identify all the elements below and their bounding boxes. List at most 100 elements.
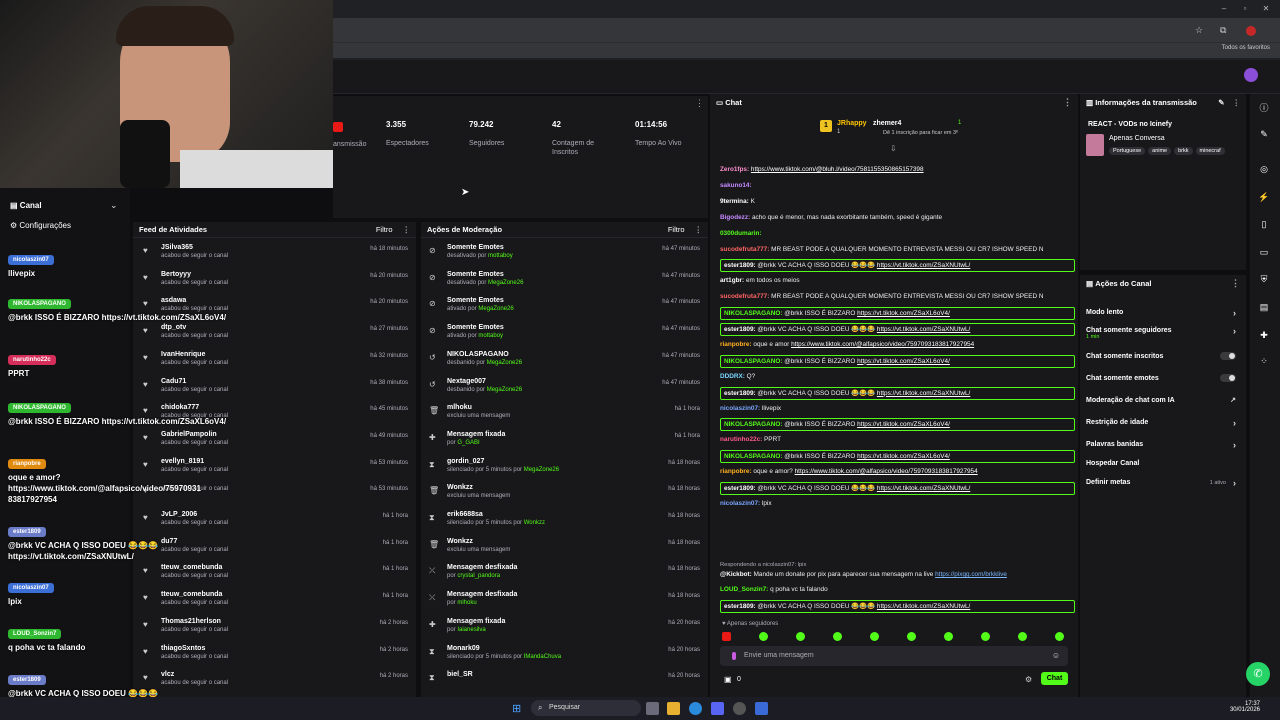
chat-message[interactable]: rianpobre: oque e amor https://www.tikto…: [720, 339, 1075, 351]
top-gifter-1[interactable]: JRhappy: [837, 120, 867, 127]
profile-avatar[interactable]: [1246, 26, 1256, 36]
chat-message[interactable]: DDDRX: Q?: [720, 371, 1075, 383]
chat-username[interactable]: 0300dumarin:: [720, 230, 762, 237]
chat-message[interactable]: 0300dumarin:: [720, 228, 1075, 240]
apps-icon[interactable]: ⁘: [1258, 356, 1270, 368]
chat-username[interactable]: sakuno14:: [720, 182, 752, 189]
pencil-icon[interactable]: ✎: [1258, 129, 1270, 141]
message-icon[interactable]: ▭: [1258, 247, 1270, 259]
chat-message[interactable]: NIKOLASPAGANO: @brkk ISSO É BIZZARO http…: [720, 450, 1075, 464]
chat-username[interactable]: ester1809:: [724, 326, 756, 333]
sidebar-item-channel[interactable]: ▤ Canal: [10, 201, 42, 210]
edit-icon[interactable]: ✎: [1218, 98, 1224, 107]
emote-icon[interactable]: [722, 632, 731, 641]
chat-username[interactable]: ester1809:: [724, 390, 756, 397]
moderator-name[interactable]: IMandaChuva: [524, 654, 561, 660]
emote-icon[interactable]: [796, 632, 805, 641]
moderation-item[interactable]: ⧗ Monark09 silenciado por 5 minutos por IM…: [421, 642, 708, 668]
moderation-item[interactable]: ✚ Mensagem fixada por Iaianesilva há 20 hor…: [421, 615, 708, 641]
minimize-icon[interactable]: –: [1217, 4, 1231, 14]
moderation-item[interactable]: 🗑 Wonkzz excluiu uma mensagem há 18 horas: [421, 535, 708, 561]
moderator-name[interactable]: Wonkzz: [524, 520, 545, 526]
taskbar-search[interactable]: ⌕ Pesquisar: [531, 700, 641, 716]
stats-menu-icon[interactable]: ⋮: [695, 98, 704, 109]
chat-message[interactable]: NIKOLASPAGANO: @brkk ISSO É BIZZARO http…: [720, 418, 1075, 432]
channel-action-item[interactable]: Chat somente emotes: [1086, 374, 1236, 382]
chat-username[interactable]: nicolaszin07:: [720, 500, 760, 507]
document-icon[interactable]: ▯: [1258, 219, 1270, 231]
address-bar[interactable]: [333, 18, 1280, 42]
emote-icon[interactable]: [981, 632, 990, 641]
chat-username[interactable]: ester1809:: [724, 603, 756, 610]
chat-link[interactable]: https://vt.tiktok.com/ZSaXNUtwL/: [877, 326, 970, 333]
chat-link[interactable]: https://vt.tiktok.com/ZSaXL6oV4/: [857, 421, 950, 428]
activity-filter-button[interactable]: Filtro: [376, 225, 393, 234]
moderation-item[interactable]: ↺ Nextage007 desbanido por MegaZone26 há 47…: [421, 375, 708, 401]
kickbot-username[interactable]: @Kickbot:: [720, 571, 752, 578]
points-icon[interactable]: ▣: [724, 675, 732, 684]
moderator-name[interactable]: Iaianesilva: [457, 627, 485, 633]
chat-link[interactable]: https://vt.tiktok.com/ZSaXNUtwL/: [877, 390, 970, 397]
emote-icon[interactable]: [907, 632, 916, 641]
chat-username[interactable]: Zero1fps:: [720, 166, 749, 173]
chat-username[interactable]: ester1809:: [724, 485, 756, 492]
moderator-name[interactable]: MegaZone26: [487, 387, 522, 393]
chat-username[interactable]: 9termina:: [720, 198, 749, 205]
emote-icon[interactable]: [1055, 632, 1064, 641]
chat-username[interactable]: DDDRX:: [720, 373, 745, 380]
chat-username[interactable]: Bigodezz:: [720, 214, 750, 221]
moderation-item[interactable]: ⤫ Mensagem desfixada por crystal_pandora há…: [421, 561, 708, 587]
chat-link[interactable]: https://vt.tiktok.com/ZSaXL6oV4/: [857, 310, 950, 317]
tag-chip[interactable]: minecraf: [1195, 147, 1225, 155]
chat-link[interactable]: https://www.tiktok.com/@bluh.l/video/758…: [751, 166, 924, 173]
channel-action-item[interactable]: Chat somente inscritos: [1086, 352, 1236, 360]
channel-actions-menu-icon[interactable]: ⋮: [1231, 278, 1240, 289]
chat-username[interactable]: ester1809:: [724, 262, 756, 269]
chat-input[interactable]: Envie uma mensagem ☺: [720, 646, 1068, 666]
chat-username[interactable]: sucodefruta777:: [720, 246, 769, 253]
chat-message[interactable]: sucodefruta777: MR BEAST PODE A QUALQUER…: [720, 291, 1075, 303]
windows-start-icon[interactable]: ⊞: [512, 702, 521, 715]
chat-message[interactable]: NIKOLASPAGANO: @brkk ISSO É BIZZARO http…: [720, 354, 1075, 368]
chat-message[interactable]: rianpobre: oque e amor? https://www.tikt…: [720, 466, 1075, 478]
category-name[interactable]: Apenas Conversa: [1109, 135, 1165, 142]
chat-username[interactable]: sucodefruta777:: [720, 293, 769, 300]
tag-chip[interactable]: brkk: [1174, 147, 1193, 155]
discord-icon[interactable]: [711, 702, 724, 715]
chat-link[interactable]: https://vt.tiktok.com/ZSaXNUtwL/: [877, 603, 970, 610]
channel-action-item[interactable]: Hospedar Canal: [1086, 460, 1236, 467]
chat-username[interactable]: nicolaszin07:: [720, 405, 760, 412]
chat-username[interactable]: narutinho22c:: [720, 436, 762, 443]
moderator-name[interactable]: MegaZone26: [524, 467, 559, 473]
wrench-icon[interactable]: ✚: [1258, 330, 1270, 342]
camera-icon[interactable]: ◎: [1258, 164, 1270, 176]
moderation-item[interactable]: ↺ NIKOLASPAGANO desbanido por MegaZone26 há…: [421, 348, 708, 374]
chat-message[interactable]: Zero1fps: https://www.tiktok.com/@bluh.l…: [720, 164, 1075, 176]
chat-username[interactable]: art1gbr:: [720, 277, 744, 284]
channel-action-item[interactable]: Modo lento ›: [1086, 308, 1236, 318]
chat-menu-icon[interactable]: ⋮: [1063, 97, 1072, 108]
toggle-switch[interactable]: [1220, 352, 1236, 360]
moderation-filter-button[interactable]: Filtro: [668, 225, 685, 234]
top-gifter-2[interactable]: zhemer4: [873, 120, 901, 127]
chat-username[interactable]: NIKOLASPAGANO:: [724, 421, 782, 428]
chat-username[interactable]: NIKOLASPAGANO:: [724, 358, 782, 365]
moderator-name[interactable]: crystal_pandora: [457, 573, 500, 579]
emote-icon[interactable]: [759, 632, 768, 641]
chat-username[interactable]: NIKOLASPAGANO:: [724, 310, 782, 317]
sidebar-item-settings[interactable]: ⚙ Configurações: [10, 221, 71, 230]
emote-icon[interactable]: [833, 632, 842, 641]
chat-message[interactable]: ester1809: @brkk VC ACHA Q ISSO DOEU 😂😂😂…: [720, 386, 1075, 400]
emote-icon[interactable]: [944, 632, 953, 641]
chat-message[interactable]: Bigodezz: acho que é menor, mas nada exo…: [720, 212, 1075, 224]
taskbar-clock[interactable]: 17:37 30/01/2026: [1216, 701, 1260, 713]
tag-chip[interactable]: anime: [1148, 147, 1172, 155]
channel-action-item[interactable]: Chat somente seguidores 1 min ›: [1086, 326, 1236, 340]
moderation-item[interactable]: 🗑 Wonkzz excluiu uma mensagem há 18 horas: [421, 481, 708, 507]
kickbot-link[interactable]: https://pixgg.com/brkklive: [935, 571, 1007, 578]
info-circle-icon[interactable]: ⓘ: [1258, 101, 1270, 113]
server-icon[interactable]: ▤: [1258, 302, 1270, 314]
user-avatar[interactable]: [1244, 68, 1258, 82]
chat-message[interactable]: sucodefruta777: MR BEAST PODE A QUALQUER…: [720, 244, 1075, 256]
moderation-item[interactable]: ⊘ Somente Emotes ativado por MegaZone26 há …: [421, 294, 708, 320]
